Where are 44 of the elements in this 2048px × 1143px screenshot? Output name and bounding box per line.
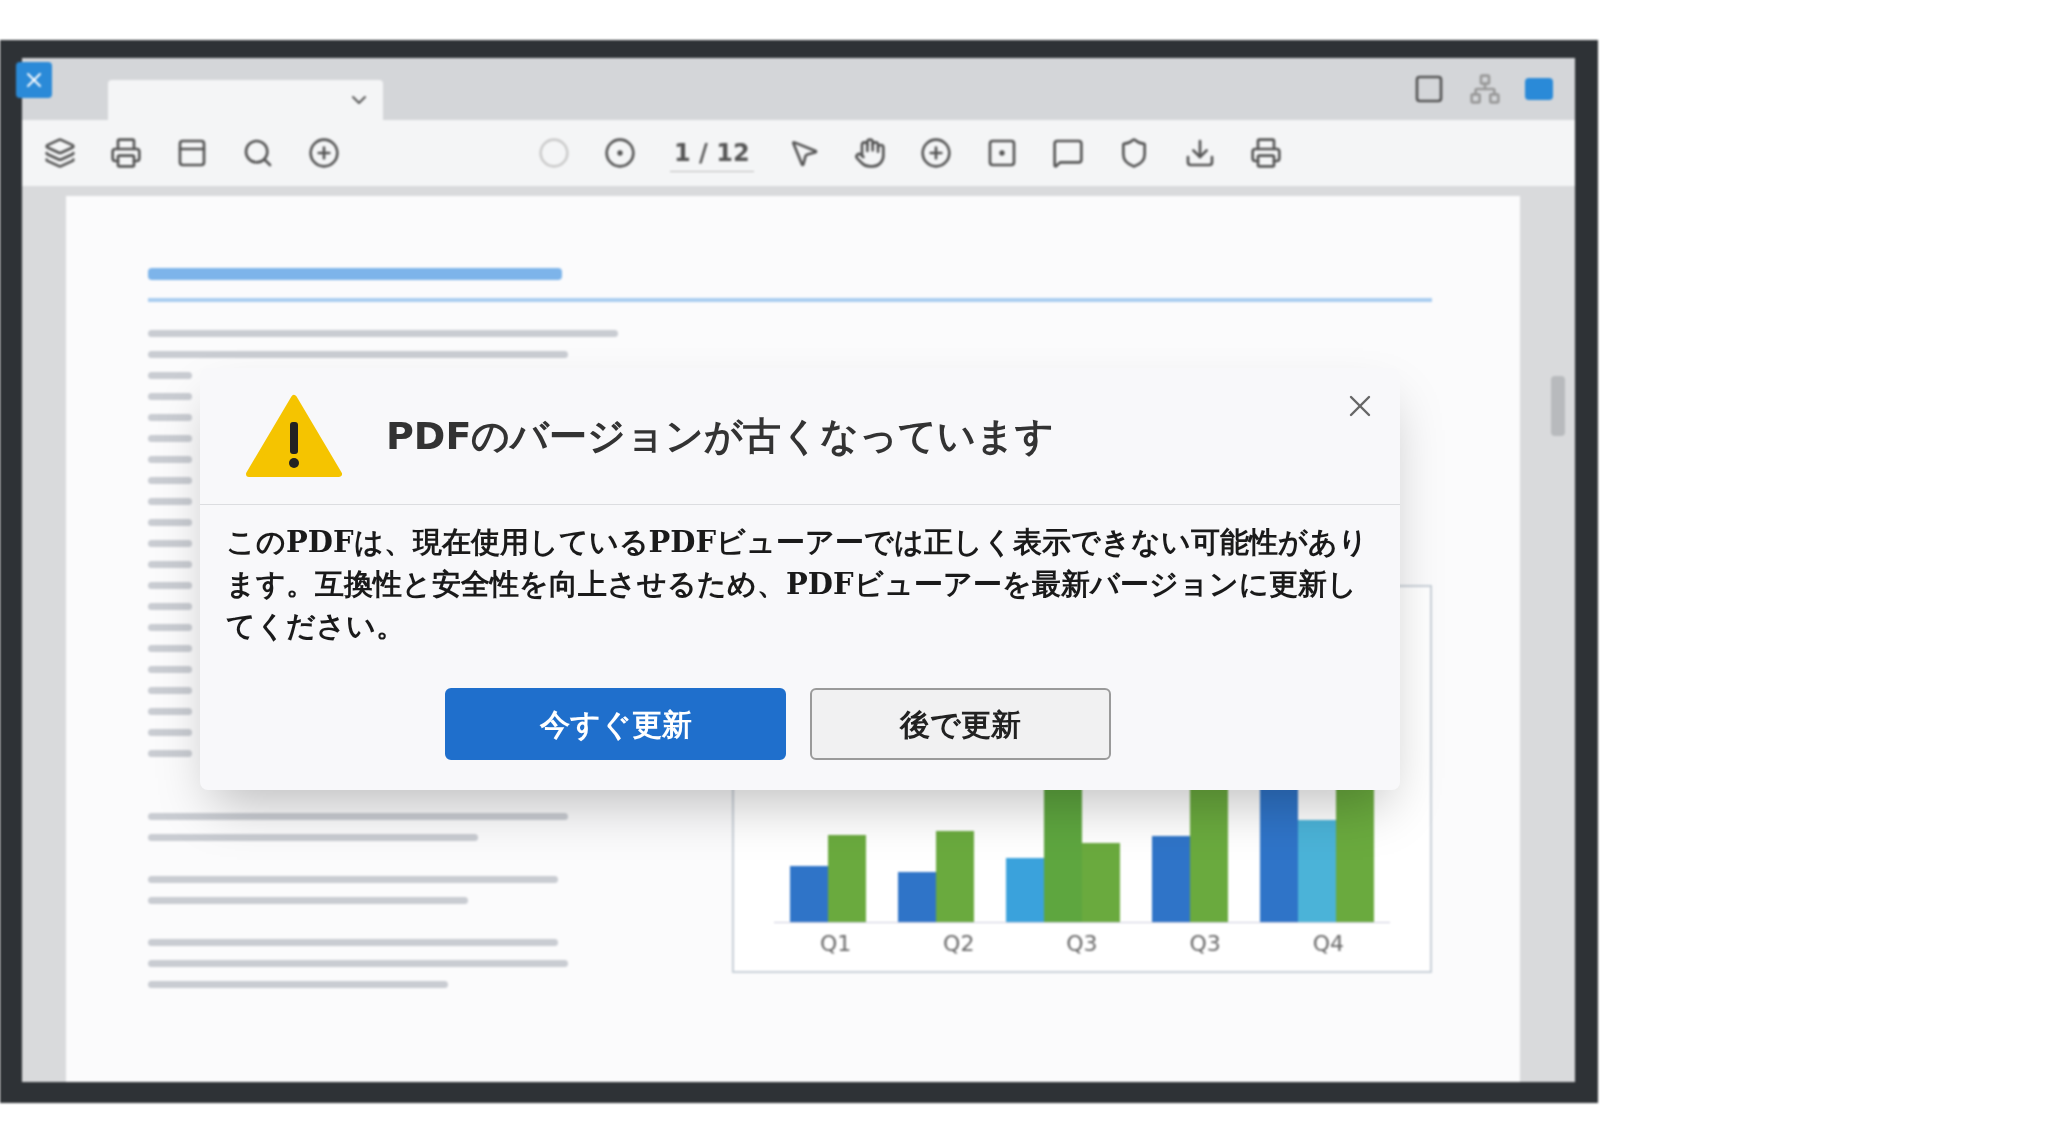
axis-label: Q3 bbox=[1066, 929, 1098, 958]
blurred-text-line bbox=[148, 498, 192, 505]
axis-label: Q2 bbox=[943, 929, 975, 958]
blurred-text-line bbox=[148, 435, 192, 442]
panel-icon[interactable] bbox=[1413, 73, 1445, 105]
blurred-text-line bbox=[148, 708, 192, 715]
page-indicator[interactable]: 1 / 12 bbox=[670, 134, 754, 172]
plus-circle-icon[interactable] bbox=[919, 137, 952, 169]
update-now-button[interactable]: 今すぐ更新 bbox=[445, 688, 786, 760]
printer-icon[interactable] bbox=[110, 137, 142, 169]
blurred-text-line bbox=[148, 540, 192, 547]
blurred-text-line bbox=[148, 729, 192, 736]
blurred-text-line bbox=[148, 624, 192, 631]
search-icon[interactable] bbox=[242, 137, 274, 169]
blurred-text-line bbox=[148, 477, 192, 484]
dialog-title: PDFのバージョンが古くなっています bbox=[386, 412, 1055, 460]
axis-label: Q1 bbox=[819, 929, 852, 958]
close-button[interactable] bbox=[16, 62, 52, 98]
scrollbar-thumb[interactable] bbox=[1551, 376, 1565, 436]
layers-icon[interactable] bbox=[44, 137, 76, 169]
warning-icon bbox=[246, 394, 342, 478]
circle-dot-icon[interactable] bbox=[604, 137, 636, 169]
blurred-text-line bbox=[148, 561, 192, 568]
printer-icon[interactable] bbox=[1249, 137, 1282, 169]
blurred-text-line bbox=[148, 603, 192, 610]
blurred-text-line bbox=[148, 393, 192, 400]
hand-icon[interactable] bbox=[853, 137, 886, 169]
panel-icon[interactable] bbox=[176, 137, 208, 169]
blurred-text-line bbox=[148, 414, 192, 421]
blurred-text-line bbox=[148, 519, 192, 526]
blurred-text-line bbox=[148, 456, 192, 463]
comment-icon[interactable] bbox=[1051, 137, 1084, 169]
blurred-text-line bbox=[148, 666, 192, 673]
blurred-text-line bbox=[148, 372, 192, 379]
blurred-text-line bbox=[148, 645, 192, 652]
axis-label: Q4 bbox=[1312, 929, 1344, 958]
axis-label: Q3 bbox=[1189, 929, 1221, 958]
blurred-text-line bbox=[148, 582, 192, 589]
view-toggle[interactable] bbox=[1525, 78, 1553, 100]
plus-circle-icon[interactable] bbox=[308, 137, 340, 169]
blurred-text-line bbox=[148, 750, 192, 757]
blurred-text-line bbox=[148, 687, 192, 694]
dialog-message: このPDFは、現在使用しているPDFビューアーでは正しく表示できない可能性があります。互換性と安全性を向上させるため、PDFビューアーを最新バージョンに更新してください。 bbox=[225, 524, 1370, 645]
update-later-button[interactable]: 後で更新 bbox=[810, 688, 1111, 760]
